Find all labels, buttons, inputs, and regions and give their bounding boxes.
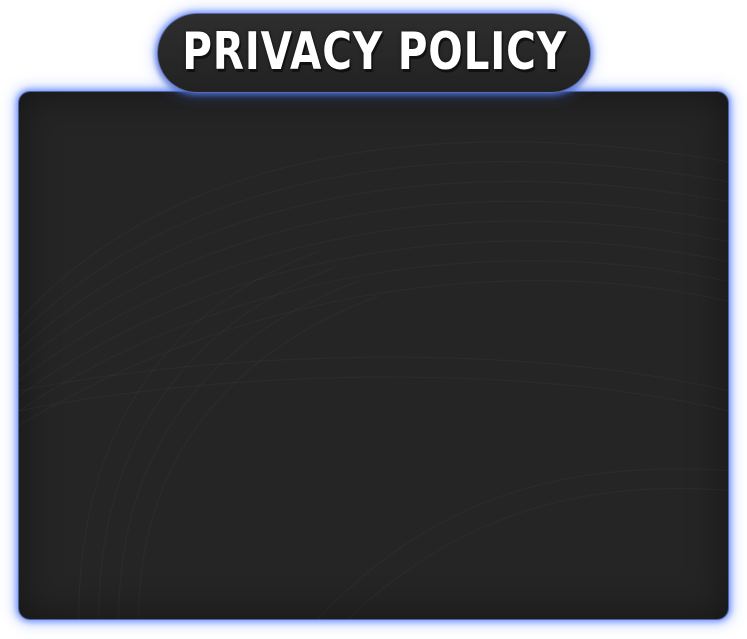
title-banner: PRIVACY POLICY [157,13,591,93]
content-panel [18,91,729,620]
decorative-wave-lines [19,92,728,619]
privacy-policy-dialog: PRIVACY POLICY [0,0,747,639]
dialog-title: PRIVACY POLICY [181,22,567,82]
